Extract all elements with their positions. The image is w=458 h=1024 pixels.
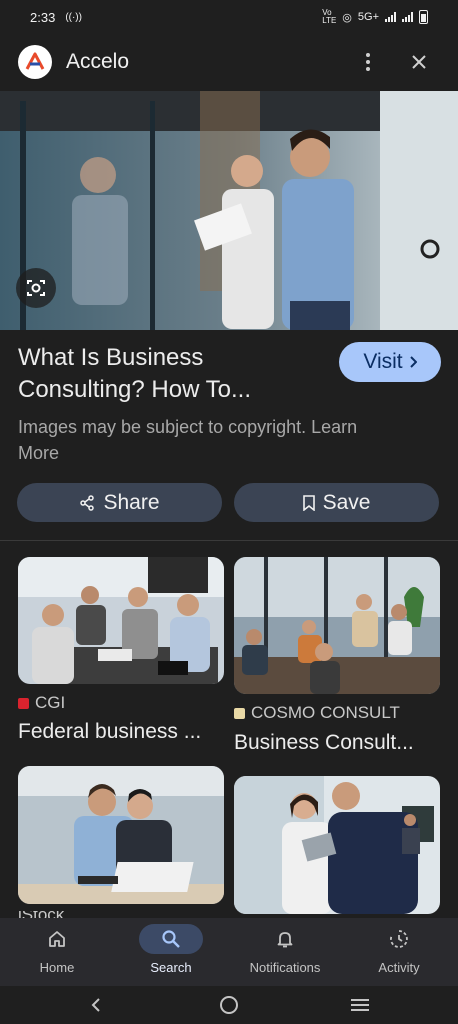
battery-icon: [419, 10, 428, 24]
app-title: Accelo: [66, 50, 130, 73]
related-image-1[interactable]: [18, 557, 224, 684]
share-icon: [80, 494, 95, 511]
cgi-favicon: [18, 697, 29, 709]
home-circle-icon: [220, 996, 238, 1014]
nav-search-label: Search: [150, 960, 192, 975]
system-back-button[interactable]: [76, 990, 116, 1020]
result-title[interactable]: What Is Business Consulting? How To...: [18, 342, 318, 406]
bell-icon: [253, 924, 317, 954]
hotspot-icon: ◎: [342, 11, 352, 24]
nav-activity-label: Activity: [378, 960, 420, 975]
related-title-1[interactable]: Federal business ...: [18, 720, 218, 744]
related-image-4[interactable]: [234, 776, 440, 914]
nav-notifications[interactable]: Notifications: [228, 918, 342, 986]
copyright-notice[interactable]: Images may be subject to copyright. Lear…: [18, 414, 418, 466]
back-chevron-icon: [91, 998, 100, 1012]
related-source-3: iStock: [18, 911, 64, 918]
accelo-logo: [18, 45, 52, 79]
hero-image[interactable]: [0, 91, 458, 330]
copyright-line1: Images may be subject to copyright. Lear…: [18, 417, 358, 437]
more-options-button[interactable]: [352, 46, 384, 78]
nav-notifications-label: Notifications: [249, 960, 321, 975]
status-bar: 2:33 ((·)) Vo LTE ◎ 5G+: [0, 0, 458, 34]
system-recents-button[interactable]: [340, 990, 380, 1020]
cosmo-consult-favicon: [234, 707, 245, 719]
search-icon: [139, 924, 203, 954]
related-title-2[interactable]: Business Consult...: [234, 731, 434, 755]
nav-activity[interactable]: Activity: [342, 918, 456, 986]
recents-icon: [351, 999, 369, 1011]
more-vert-icon: [366, 53, 370, 71]
related-image-2[interactable]: [234, 557, 440, 694]
signal-icon: [385, 12, 396, 22]
source-label: iStock: [18, 911, 64, 918]
system-home-button[interactable]: [209, 990, 249, 1020]
result-title-line1: What Is Business: [18, 344, 204, 371]
visit-button[interactable]: Visit: [339, 342, 441, 382]
close-icon: [412, 55, 426, 69]
share-label: Share: [103, 490, 160, 514]
nav-search[interactable]: Search: [114, 918, 228, 986]
nav-home[interactable]: Home: [0, 918, 114, 986]
network-type: 5G+: [357, 11, 379, 23]
volte-icon: Vo LTE: [322, 8, 337, 25]
system-navigation-bar: [0, 986, 458, 1024]
related-source-1: CGI: [18, 693, 65, 713]
save-button[interactable]: Save: [234, 483, 439, 522]
save-label: Save: [322, 490, 371, 514]
chevron-right-icon: [409, 356, 417, 368]
home-icon: [25, 924, 89, 954]
result-title-line2: Consulting? How To...: [18, 376, 252, 403]
divider: [0, 540, 458, 541]
activity-icon: [367, 924, 431, 954]
related-source-2: COSMO CONSULT: [234, 703, 400, 723]
nfc-icon: ((·)): [65, 11, 82, 23]
source-label: COSMO CONSULT: [251, 703, 400, 722]
bookmark-icon: [302, 494, 315, 511]
related-image-3[interactable]: [18, 766, 224, 904]
visit-label: Visit: [363, 350, 403, 373]
share-button[interactable]: Share: [17, 483, 222, 522]
bottom-navigation: Home Search Notifications Activity: [0, 918, 458, 986]
nav-home-label: Home: [39, 960, 75, 975]
app-header: Accelo: [0, 34, 458, 90]
copyright-line2: More: [18, 443, 60, 463]
status-time: 2:33: [30, 9, 56, 25]
source-label: CGI: [35, 693, 66, 712]
lens-icon: [27, 280, 45, 296]
signal-2-icon: [402, 12, 413, 22]
close-button[interactable]: [403, 46, 435, 78]
lens-search-button[interactable]: [16, 268, 56, 308]
